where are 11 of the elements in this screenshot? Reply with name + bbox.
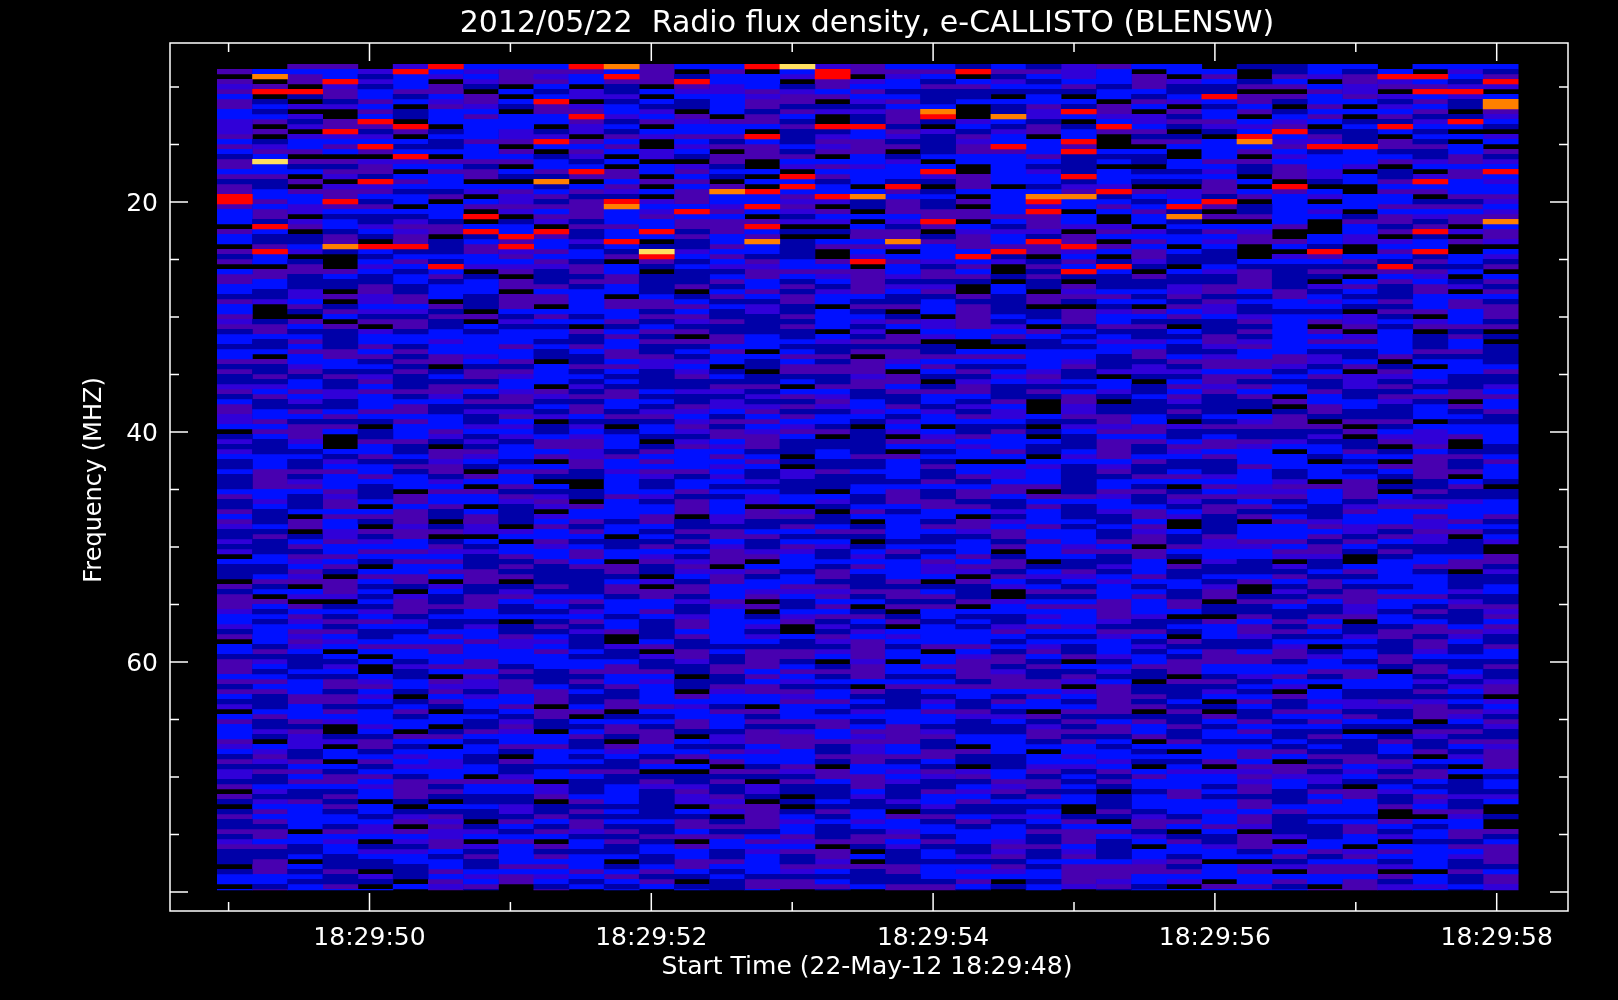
y-tick-label: 20 [126,188,158,217]
x-tick-label: 18:29:56 [1158,922,1272,951]
y-tick-label: 60 [126,648,158,677]
x-axis-label: Start Time (22-May-12 18:29:48) [661,951,1073,980]
plot-title: 2012/05/22 Radio flux density, e-CALLISTO (BLENSW) [459,4,1275,39]
y-axis-label: Frequency (MHZ) [79,377,107,583]
x-tick-label: 18:29:58 [1440,922,1553,951]
x-tick-label: 18:29:54 [876,922,990,951]
y-tick-label: 40 [126,418,158,447]
x-tick-label: 18:29:52 [595,922,708,951]
x-tick-label: 18:29:50 [313,922,426,951]
